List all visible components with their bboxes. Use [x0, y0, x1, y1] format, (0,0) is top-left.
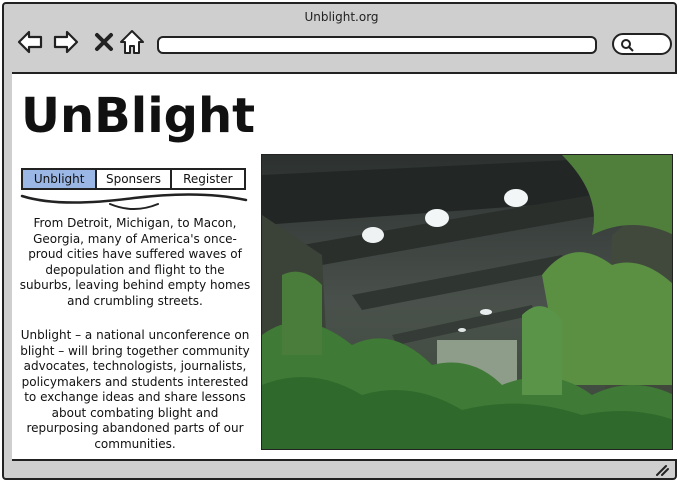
browser-toolbar	[4, 4, 675, 74]
status-bar	[4, 458, 675, 478]
tab-bar: Unblight Sponsers Register	[21, 168, 246, 190]
forward-arrow-icon[interactable]	[52, 28, 80, 56]
tab-register[interactable]: Register	[172, 170, 244, 188]
hero-photo	[261, 154, 673, 450]
close-icon[interactable]	[90, 28, 118, 56]
site-title: UnBlight	[21, 88, 256, 144]
about-paragraph: Unblight – a national unconference on bl…	[20, 328, 250, 451]
intro-paragraph: From Detroit, Michigan, to Macon, Georgi…	[19, 216, 251, 308]
page-viewport: UnBlight Unblight Sponsers Register From…	[12, 72, 677, 461]
url-bar[interactable]	[157, 36, 597, 54]
home-icon[interactable]	[118, 28, 146, 56]
back-arrow-icon[interactable]	[16, 28, 44, 56]
tab-sponsers[interactable]: Sponsers	[97, 170, 172, 188]
search-box[interactable]	[612, 33, 672, 55]
resize-handle-icon[interactable]	[653, 462, 669, 476]
tab-unblight[interactable]: Unblight	[23, 170, 98, 188]
search-icon	[621, 39, 634, 52]
browser-window: Unblight.org UnBlight Unblight Sponsers …	[2, 2, 677, 480]
abandoned-building-image	[262, 155, 672, 449]
tab-divider	[20, 193, 248, 210]
